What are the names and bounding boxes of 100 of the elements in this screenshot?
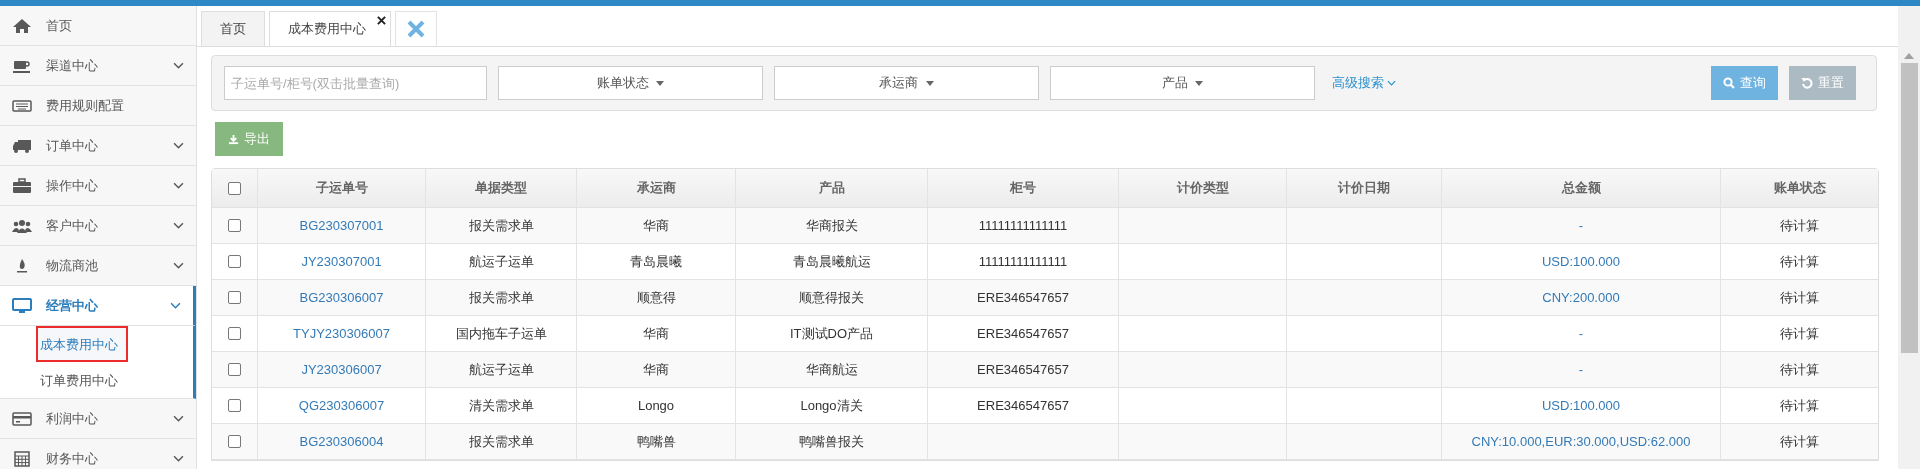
checkbox[interactable] [228, 255, 241, 268]
column-header: 产品 [736, 169, 928, 207]
table-cell: 华商航运 [805, 360, 858, 379]
order-link[interactable]: BG230306007 [299, 290, 384, 305]
table-cell: 待计算 [1780, 324, 1819, 343]
sidebar-item[interactable]: 利润中心 [0, 399, 196, 439]
dropdown[interactable]: 承运商 [774, 66, 1039, 100]
chevron-icon [1387, 80, 1396, 86]
order-link[interactable]: BG230307001 [299, 218, 384, 233]
order-link[interactable]: QG230306007 [298, 398, 385, 413]
chevron-icon [170, 302, 181, 309]
checkbox[interactable] [228, 399, 241, 412]
table-cell: IT测试DO产品 [789, 324, 874, 343]
calculator-icon [12, 450, 32, 467]
table-cell: 待计算 [1780, 252, 1819, 271]
amount-link[interactable]: USD:100.000 [1541, 398, 1621, 413]
table-cell: 待计算 [1780, 396, 1819, 415]
sidebar-item[interactable]: 经营中心 [0, 286, 196, 326]
table-cell: 华商报关 [805, 216, 858, 235]
table-cell: Longo清关 [800, 396, 863, 415]
submenu-item[interactable]: 订单费用中心 [36, 362, 128, 398]
order-link[interactable]: BG230306004 [299, 434, 384, 449]
advanced-search-link[interactable]: 高级搜索 [1332, 74, 1396, 92]
sidebar-item[interactable]: 财务中心 [0, 439, 196, 469]
table-cell: 报关需求单 [468, 216, 534, 235]
chevron-icon [173, 62, 184, 69]
submenu-item[interactable]: 成本费用中心 [36, 326, 128, 362]
download-icon [228, 133, 239, 145]
sidebar-item[interactable]: 订单中心 [0, 126, 196, 166]
table-cell: 待计算 [1780, 432, 1819, 451]
table-cell: 航运子运单 [468, 252, 534, 271]
search-field[interactable]: 子运单号/柜号(双击批量查询) [224, 66, 487, 100]
close-icon [406, 19, 426, 39]
search-icon [1723, 77, 1735, 89]
column-header: 计价日期 [1287, 169, 1442, 207]
table-cell: ERE346547657 [977, 398, 1069, 413]
home-icon [12, 17, 32, 34]
sidebar-item[interactable]: 首页 [0, 6, 196, 46]
amount-link[interactable]: - [1578, 362, 1584, 377]
sidebar-item[interactable]: 费用规则配置 [0, 86, 196, 126]
chevron-icon [173, 415, 184, 422]
column-header: 柜号 [928, 169, 1119, 207]
chevron-icon [173, 182, 184, 189]
order-link[interactable]: JY230307001 [301, 254, 382, 269]
column-header: 单据类型 [426, 169, 577, 207]
close-icon[interactable] [377, 16, 386, 25]
checkbox[interactable] [228, 363, 241, 376]
order-link[interactable]: TYJY230306007 [293, 326, 390, 341]
checkbox[interactable] [228, 181, 241, 195]
column-header: 承运商 [577, 169, 736, 207]
truck-icon [12, 137, 32, 154]
sidebar-item[interactable]: 渠道中心 [0, 46, 196, 86]
table-cell: Longo [637, 398, 675, 413]
keyboard-icon [12, 97, 32, 114]
credit-card-icon [12, 410, 32, 427]
column-header: 计价类型 [1119, 169, 1287, 207]
close-all-button[interactable] [395, 11, 437, 46]
table-cell: 清关需求单 [468, 396, 534, 415]
amount-link[interactable]: - [1578, 326, 1584, 341]
table-cell: 华商 [643, 216, 669, 235]
checkbox[interactable] [228, 219, 241, 232]
scrollbar[interactable] [1898, 6, 1920, 469]
table-cell: 华商 [643, 360, 669, 379]
table-cell: ERE346547657 [977, 362, 1069, 377]
tab[interactable]: 首页 [201, 11, 265, 46]
checkbox[interactable] [228, 327, 241, 340]
column-header: 总金额 [1442, 169, 1721, 207]
column-header: 账单状态 [1772, 179, 1827, 197]
amount-link[interactable]: - [1578, 218, 1584, 233]
table-cell: 待计算 [1780, 360, 1819, 379]
briefcase-icon [12, 177, 32, 194]
dropdown[interactable]: 产品 [1050, 66, 1315, 100]
order-link[interactable]: JY230306007 [301, 362, 382, 377]
table-cell: 报关需求单 [468, 432, 534, 451]
amount-link[interactable]: CNY:200.000 [1542, 290, 1620, 305]
table-cell: 华商 [643, 324, 669, 343]
table-cell: 航运子运单 [468, 360, 534, 379]
table-cell: 鸭嘴兽 [636, 432, 676, 451]
sidebar-item[interactable]: 操作中心 [0, 166, 196, 206]
table-cell: 报关需求单 [468, 288, 534, 307]
sidebar-item[interactable]: 客户中心 [0, 206, 196, 246]
table-cell: 青岛晨曦 [630, 252, 682, 271]
table-cell: ERE346547657 [977, 326, 1069, 341]
scroll-up-icon[interactable] [1904, 53, 1914, 59]
tab[interactable]: 成本费用中心 [269, 11, 391, 46]
dropdown[interactable]: 账单状态 [498, 66, 763, 100]
table-cell: 待计算 [1780, 288, 1819, 307]
table-cell: 顺意得 [636, 288, 676, 307]
checkbox[interactable] [228, 435, 241, 448]
monitor-icon [12, 297, 32, 314]
table-cell: 鸭嘴兽报关 [799, 432, 864, 451]
table-cell: 国内拖车子运单 [455, 324, 547, 343]
amount-link[interactable]: CNY:10.000,EUR:30.000,USD:62.000 [1471, 434, 1691, 449]
table-cell: 11111111111111 [978, 218, 1068, 233]
amount-link[interactable]: USD:100.000 [1541, 254, 1621, 269]
chevron-icon [173, 142, 184, 149]
checkbox[interactable] [228, 291, 241, 304]
column-header: 子运单号 [258, 169, 426, 207]
chevron-icon [173, 222, 184, 229]
table-cell: 青岛晨曦航运 [792, 252, 871, 271]
